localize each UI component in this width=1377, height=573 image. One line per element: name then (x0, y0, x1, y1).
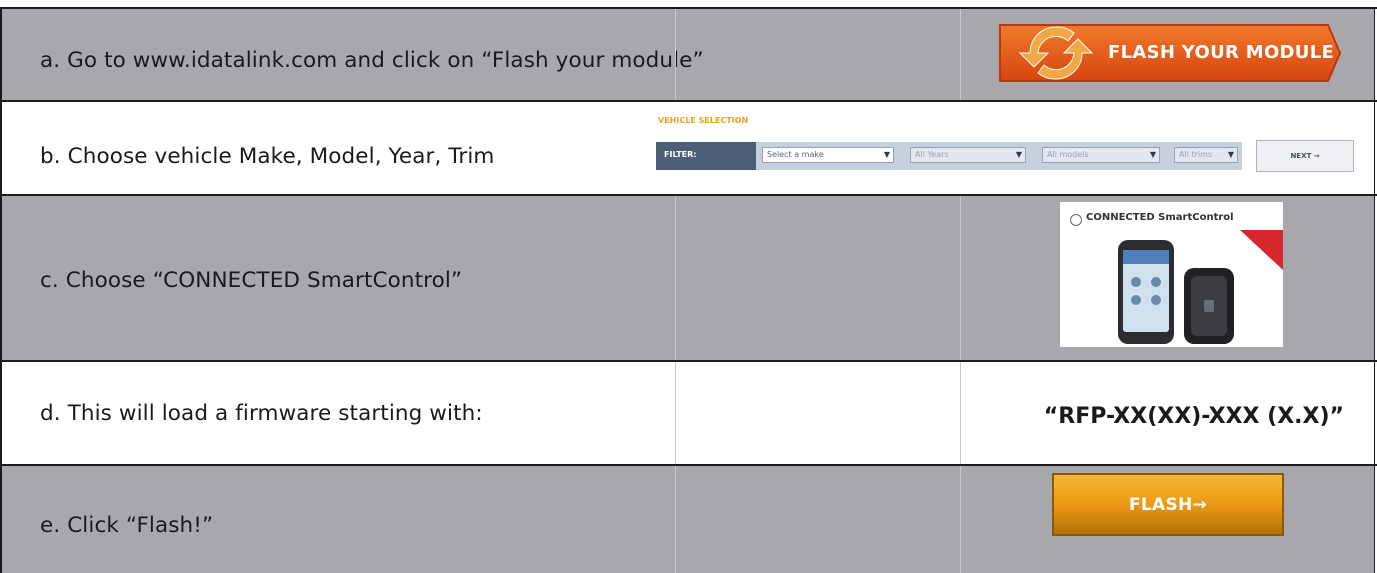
column-divider (960, 466, 961, 573)
year-select[interactable]: All Years ▼ (910, 147, 1026, 163)
column-divider (960, 9, 961, 100)
flash-your-module-button[interactable]: FLASH YOUR MODULE (994, 19, 1342, 87)
step-row-a: a. Go to www.idatalink.com and click on … (0, 9, 1375, 100)
make-select[interactable]: Select a make ▼ (762, 147, 894, 163)
step-d-label: d. This will load a firmware starting wi… (40, 401, 483, 426)
column-divider (675, 362, 676, 464)
step-a-label: a. Go to www.idatalink.com and click on … (40, 48, 704, 73)
radio-button[interactable] (1070, 214, 1082, 226)
step-row-e: e. Click “Flash!” FLASH→ (0, 466, 1375, 573)
column-divider (960, 196, 961, 360)
product-image (1118, 230, 1283, 344)
step-c-label: c. Choose “CONNECTED SmartControl” (40, 268, 463, 293)
flash-button[interactable]: FLASH→ (1052, 473, 1284, 536)
trim-select-value: All trims (1179, 150, 1213, 159)
filter-label: FILTER: (664, 150, 697, 159)
step-b-label: b. Choose vehicle Make, Model, Year, Tri… (40, 144, 495, 169)
flash-your-module-label: FLASH YOUR MODULE (1108, 42, 1335, 63)
connected-smartcontrol-option[interactable]: CONNECTED SmartControl (1060, 202, 1283, 347)
model-select[interactable]: All models ▼ (1042, 147, 1160, 163)
flash-button-label: FLASH→ (1128, 495, 1208, 515)
vehicle-selection-panel: VEHICLE SELECTION FILTER: Select a make … (654, 102, 1364, 194)
filter-bar: FILTER: Select a make ▼ All Years ▼ All … (656, 142, 1242, 170)
instruction-table: a. Go to www.idatalink.com and click on … (0, 7, 1377, 573)
chevron-down-icon: ▼ (1227, 150, 1234, 159)
trim-select[interactable]: All trims ▼ (1174, 147, 1238, 163)
step-row-b: b. Choose vehicle Make, Model, Year, Tri… (0, 102, 1375, 194)
chevron-down-icon: ▼ (1149, 150, 1156, 159)
make-select-value: Select a make (767, 150, 824, 159)
chevron-down-icon: ▼ (1015, 150, 1022, 159)
column-divider (960, 362, 961, 464)
firmware-code: “RFP-XX(XX)-XXX (X.X)” (1043, 404, 1344, 429)
next-button[interactable]: NEXT → (1256, 140, 1354, 172)
step-row-c: c. Choose “CONNECTED SmartControl” CONNE… (0, 196, 1375, 360)
column-divider (675, 466, 676, 573)
model-select-value: All models (1047, 150, 1089, 159)
step-e-label: e. Click “Flash!” (40, 513, 214, 538)
vehicle-selection-title: VEHICLE SELECTION (658, 116, 749, 125)
chevron-down-icon: ▼ (883, 150, 890, 159)
refresh-icon (1018, 26, 1094, 80)
column-divider (675, 9, 676, 100)
column-divider (675, 196, 676, 360)
filter-tag: FILTER: (656, 142, 756, 170)
connected-smartcontrol-label: CONNECTED SmartControl (1086, 212, 1234, 223)
step-row-d: d. This will load a firmware starting wi… (0, 362, 1375, 464)
year-select-value: All Years (915, 150, 949, 159)
